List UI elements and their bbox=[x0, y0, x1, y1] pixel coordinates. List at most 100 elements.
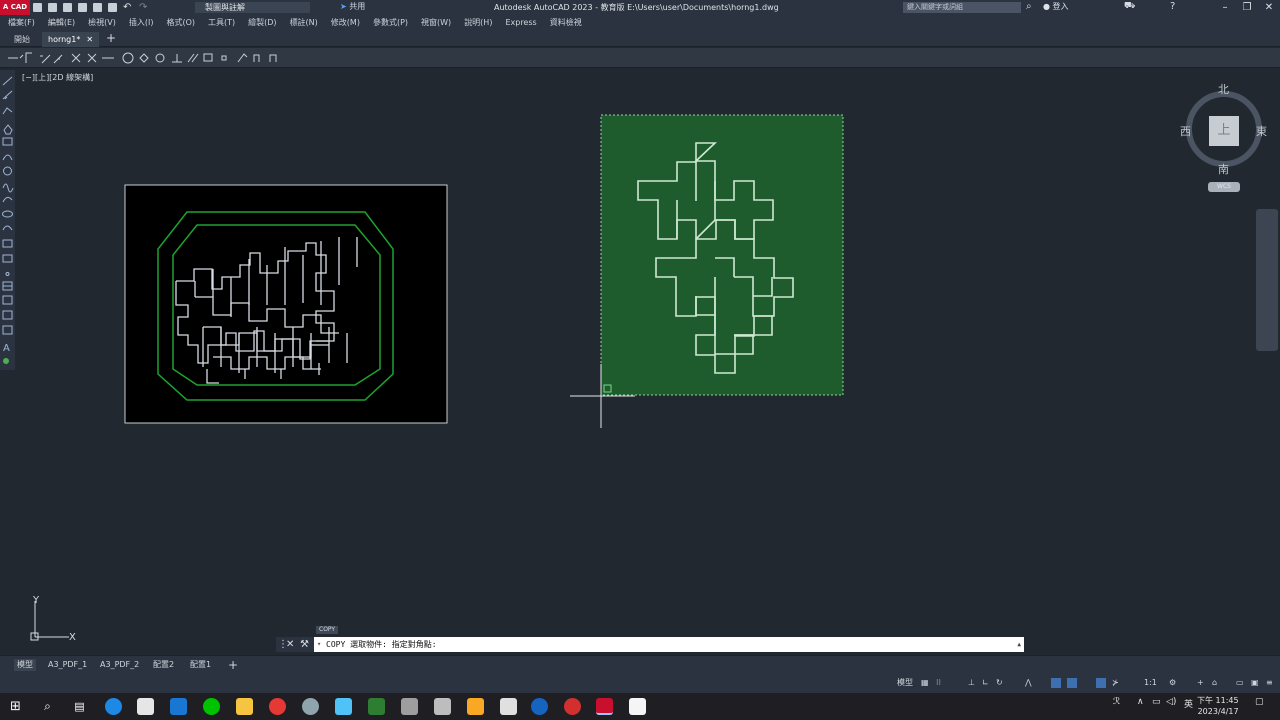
temporary-track-icon[interactable] bbox=[8, 54, 24, 59]
compass-north[interactable]: 北 bbox=[1218, 81, 1229, 97]
tray-overflow-icon[interactable]: ∧ bbox=[1137, 697, 1144, 707]
apparent-intersect-icon[interactable] bbox=[87, 53, 97, 63]
restore-button[interactable]: ❐ bbox=[1236, 0, 1258, 15]
grid-icon[interactable]: ▦ bbox=[921, 677, 929, 689]
layout-tab-a3-pdf-2[interactable]: A3_PDF_2 bbox=[97, 659, 142, 671]
volume-icon[interactable]: ◁) bbox=[1166, 697, 1176, 707]
add-selected-icon[interactable] bbox=[3, 358, 9, 364]
ime-indicator[interactable]: 英 bbox=[1184, 697, 1193, 710]
minimize-button[interactable]: – bbox=[1214, 0, 1236, 15]
mtext-icon[interactable]: A bbox=[3, 343, 10, 354]
network-icon[interactable]: ▭ bbox=[1152, 697, 1161, 707]
ortho-icon[interactable]: ∟ bbox=[982, 677, 989, 689]
app-icon-4[interactable] bbox=[401, 698, 418, 715]
gradient-icon[interactable] bbox=[2, 295, 13, 305]
spline-icon[interactable] bbox=[2, 196, 13, 203]
search-input[interactable]: 鍵入關鍵字或詞組 bbox=[903, 2, 1021, 13]
save-as-icon[interactable] bbox=[78, 3, 87, 12]
windows-start-icon[interactable]: ⊞ bbox=[7, 698, 24, 715]
close-button[interactable]: ✕ bbox=[1258, 0, 1280, 15]
object-snap-tracking-icon[interactable] bbox=[1051, 678, 1061, 688]
menu-item-7[interactable]: 標註(N) bbox=[290, 15, 318, 30]
arc-icon[interactable] bbox=[2, 154, 13, 161]
print-icon[interactable] bbox=[108, 3, 117, 12]
navigation-bar[interactable] bbox=[1256, 209, 1278, 351]
left-frame-drawing[interactable] bbox=[124, 184, 448, 424]
insert-block-icon[interactable] bbox=[2, 239, 13, 248]
osnap-settings-icon[interactable] bbox=[269, 54, 277, 62]
compass-west[interactable]: 西 bbox=[1180, 123, 1191, 139]
autocad-taskbar-icon[interactable] bbox=[596, 698, 613, 715]
ellipse-icon[interactable] bbox=[2, 210, 13, 218]
search-icon[interactable]: ⌕ bbox=[39, 698, 56, 715]
share-button[interactable]: ➤ 共用 bbox=[340, 1, 365, 12]
command-history-toggle-icon[interactable]: ▲ bbox=[1017, 637, 1021, 652]
insert-snap-icon[interactable] bbox=[203, 53, 213, 62]
construction-line-icon[interactable] bbox=[2, 90, 13, 100]
tangent-snap-icon[interactable] bbox=[155, 53, 165, 63]
command-line-input[interactable]: ▾ COPY 選取物件: 指定對角點: ▲ bbox=[314, 637, 1024, 652]
infer-constraints-icon[interactable]: ⊥ bbox=[968, 677, 975, 689]
edge-icon[interactable] bbox=[105, 698, 122, 715]
polar-tracking-icon[interactable]: ↻ bbox=[996, 677, 1003, 689]
from-icon[interactable] bbox=[25, 52, 32, 63]
tab-start[interactable]: 開始 bbox=[8, 32, 36, 47]
quadrant-snap-icon[interactable] bbox=[139, 53, 149, 63]
menu-item-9[interactable]: 參數式(P) bbox=[373, 15, 408, 30]
model-space-toggle[interactable]: 模型 bbox=[897, 677, 913, 689]
point-icon[interactable] bbox=[5, 272, 10, 276]
viewcube[interactable]: 上 北 西 東 南 bbox=[1180, 81, 1267, 176]
clean-screen-icon[interactable]: ▣ bbox=[1251, 677, 1259, 689]
new-file-icon[interactable] bbox=[33, 3, 42, 12]
snap-icon[interactable]: ⁝⁝ bbox=[936, 677, 941, 689]
menu-item-4[interactable]: 格式(O) bbox=[166, 15, 195, 30]
isodraft-icon[interactable]: ⋀ bbox=[1025, 677, 1032, 689]
right-selected-drawing[interactable] bbox=[570, 114, 844, 428]
chrome-icon-2[interactable] bbox=[564, 698, 581, 715]
command-close-icon[interactable]: ✕ bbox=[286, 637, 294, 652]
node-snap-icon[interactable] bbox=[221, 55, 227, 61]
polyline-icon[interactable] bbox=[2, 107, 13, 115]
tab-close-icon[interactable]: ✕ bbox=[86, 35, 93, 44]
menu-item-13[interactable]: 資料檢視 bbox=[550, 15, 582, 30]
menu-item-6[interactable]: 繪製(D) bbox=[248, 15, 276, 30]
new-tab-button[interactable]: + bbox=[106, 31, 116, 45]
endpoint-snap-icon[interactable] bbox=[40, 54, 51, 64]
system-clock[interactable]: 下午 11:45 2023/4/17 bbox=[1197, 695, 1239, 717]
none-snap-icon[interactable] bbox=[253, 54, 260, 62]
compass-south[interactable]: 南 bbox=[1218, 161, 1229, 177]
polygon-icon[interactable] bbox=[3, 124, 13, 135]
table-icon[interactable] bbox=[2, 325, 13, 335]
workspace-dropdown[interactable]: 製圖與註解 bbox=[195, 2, 310, 13]
viewcube-top-face[interactable]: 上 bbox=[1209, 116, 1239, 146]
drawing-canvas[interactable]: Y X bbox=[15, 69, 1280, 655]
menu-item-12[interactable]: Express bbox=[505, 15, 536, 30]
ellipse-arc-icon[interactable] bbox=[2, 225, 13, 231]
app-icon-6[interactable] bbox=[467, 698, 484, 715]
layout-tab-layout2[interactable]: 配置2 bbox=[150, 659, 177, 671]
annotation-monitor-icon[interactable]: + bbox=[1197, 677, 1204, 689]
login-button[interactable]: ● 登入 bbox=[1043, 1, 1069, 12]
menu-item-8[interactable]: 修改(M) bbox=[331, 15, 360, 30]
people-icon[interactable]: ℛ bbox=[1113, 697, 1120, 707]
file-explorer-icon[interactable] bbox=[236, 698, 253, 715]
open-file-icon[interactable] bbox=[48, 3, 57, 12]
cart-icon[interactable]: ⛟ bbox=[1124, 1, 1135, 12]
menu-item-11[interactable]: 說明(H) bbox=[464, 15, 492, 30]
menu-item-3[interactable]: 插入(I) bbox=[129, 15, 154, 30]
intersection-snap-icon[interactable] bbox=[71, 53, 81, 63]
isolate-objects-icon[interactable]: ▭ bbox=[1236, 677, 1244, 689]
mail-icon[interactable] bbox=[170, 698, 187, 715]
customization-icon[interactable]: ≡ bbox=[1266, 677, 1273, 689]
perpendicular-snap-icon[interactable] bbox=[172, 54, 182, 63]
midpoint-snap-icon[interactable] bbox=[53, 54, 63, 64]
revision-cloud-icon[interactable] bbox=[2, 183, 14, 193]
save-icon[interactable] bbox=[63, 3, 72, 12]
parallel-snap-icon[interactable] bbox=[187, 53, 199, 63]
units-icon[interactable]: ⌂ bbox=[1212, 677, 1217, 689]
recent-commands-icon[interactable]: ▾ bbox=[317, 637, 321, 652]
redo-icon[interactable]: ↷ bbox=[139, 2, 149, 13]
autocad-logo[interactable]: A CAD bbox=[0, 0, 30, 15]
layout-tab-a3-pdf-1[interactable]: A3_PDF_1 bbox=[45, 659, 90, 671]
app-icon-8[interactable] bbox=[531, 698, 548, 715]
